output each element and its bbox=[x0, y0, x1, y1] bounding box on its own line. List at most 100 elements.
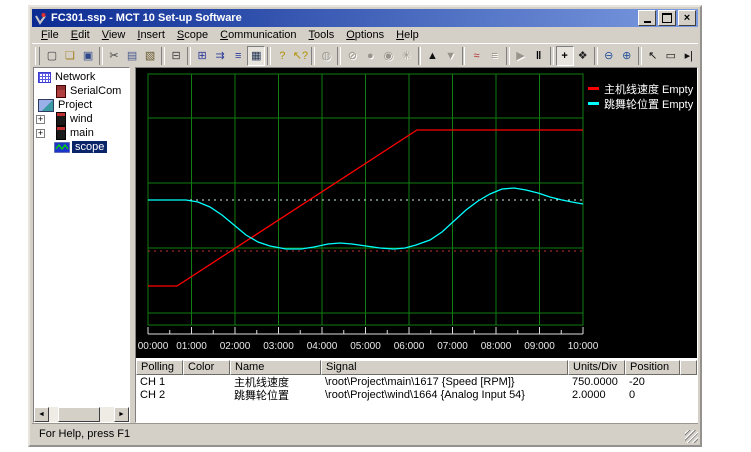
scope-curves-button[interactable]: ≈ bbox=[467, 46, 485, 66]
menu-tools[interactable]: Tools bbox=[303, 28, 341, 42]
resize-grip[interactable] bbox=[685, 430, 698, 443]
menu-communication[interactable]: Communication bbox=[214, 28, 302, 42]
parameter-list-button[interactable]: ≡ bbox=[229, 46, 247, 66]
menu-help[interactable]: Help bbox=[390, 28, 425, 42]
svg-text:08:000: 08:000 bbox=[481, 341, 512, 352]
scroll-left-arrow-icon[interactable]: ◄ bbox=[34, 407, 49, 422]
toolbar-separator bbox=[418, 47, 422, 65]
context-help-button[interactable]: ↖? bbox=[291, 46, 309, 66]
zoom-in-button[interactable]: ⊕ bbox=[618, 46, 636, 66]
toolbar-separator bbox=[550, 47, 554, 65]
scope-lines-button[interactable]: ≡ bbox=[486, 46, 504, 66]
zoom-out-button[interactable]: ⊖ bbox=[600, 46, 618, 66]
window-title: FC301.ssp - MCT 10 Set-up Software bbox=[51, 12, 636, 24]
tree-item-scope[interactable]: scope bbox=[34, 140, 129, 154]
header-color[interactable]: Color bbox=[183, 360, 230, 375]
expand-plus-icon[interactable]: + bbox=[36, 129, 45, 138]
copy-button[interactable]: ▤ bbox=[123, 46, 141, 66]
parameter-setup-button[interactable]: ⊞ bbox=[193, 46, 211, 66]
table-row-ch1[interactable]: CH 1 主机线速度 \root\Project\main\1617 {Spee… bbox=[136, 375, 697, 388]
tree-horizontal-scrollbar: ◄ ► bbox=[34, 407, 129, 422]
toolbar-separator bbox=[462, 47, 466, 65]
zoom-box-button[interactable]: ▭ bbox=[662, 46, 680, 66]
new-button[interactable]: ▢ bbox=[43, 46, 61, 66]
open-button[interactable]: ❏ bbox=[61, 46, 79, 66]
legend-ch2: 跳舞轮位置 Empty bbox=[588, 96, 693, 111]
header-polling[interactable]: Polling bbox=[136, 360, 183, 375]
menu-view[interactable]: View bbox=[96, 28, 132, 42]
print-button[interactable]: ⊟ bbox=[167, 46, 185, 66]
legend-ch1-label: 主机线速度 Empty bbox=[604, 81, 693, 97]
menu-insert[interactable]: Insert bbox=[131, 28, 171, 42]
tree-item-main[interactable]: + main bbox=[34, 126, 129, 140]
project-tree: Network SerialCom Project + wind + bbox=[34, 68, 129, 154]
menu-file[interactable]: File bbox=[35, 28, 65, 42]
svg-text:10:000: 10:000 bbox=[568, 341, 599, 352]
legend-ch2-label: 跳舞轮位置 Empty bbox=[604, 96, 693, 112]
select-cursor-button[interactable]: ↖ bbox=[644, 46, 662, 66]
scope-chart[interactable]: 00:00001:00002:00003:00004:00005:00006:0… bbox=[136, 68, 697, 358]
start-polling-button[interactable]: ▶ bbox=[512, 46, 530, 66]
save-button[interactable]: ▣ bbox=[79, 46, 97, 66]
free-cursor-button[interactable]: ❖ bbox=[574, 46, 592, 66]
drive-icon bbox=[56, 112, 66, 126]
table-row-ch2[interactable]: CH 2 跳舞轮位置 \root\Project\wind\1664 {Anal… bbox=[136, 388, 697, 401]
maximize-button[interactable] bbox=[658, 10, 676, 26]
parameter-grid-button[interactable]: ▦ bbox=[247, 46, 265, 66]
tree-item-network[interactable]: Network bbox=[34, 70, 129, 84]
cut-button[interactable]: ✂ bbox=[105, 46, 123, 66]
tree-item-project[interactable]: Project bbox=[34, 98, 129, 112]
network-drive-button[interactable]: ◍ bbox=[317, 46, 335, 66]
menu-options[interactable]: Options bbox=[340, 28, 390, 42]
svg-text:05:000: 05:000 bbox=[350, 341, 381, 352]
pause-polling-button[interactable]: ‖ bbox=[530, 46, 548, 66]
toolbar-separator bbox=[99, 47, 103, 65]
compare-button[interactable]: ✳ bbox=[397, 46, 415, 66]
close-button[interactable]: × bbox=[678, 10, 696, 26]
tracking-cursor-button[interactable]: + bbox=[556, 46, 574, 66]
svg-text:06:000: 06:000 bbox=[394, 341, 425, 352]
scroll-right-arrow-icon[interactable]: ► bbox=[114, 407, 129, 422]
app-icon bbox=[34, 12, 47, 25]
app-window: FC301.ssp - MCT 10 Set-up Software × Fil… bbox=[28, 5, 702, 447]
write-to-drive-button[interactable]: ◉ bbox=[379, 46, 397, 66]
toolbar-separator bbox=[638, 47, 642, 65]
step-end-button[interactable]: ▸| bbox=[680, 46, 698, 66]
svg-text:03:000: 03:000 bbox=[263, 341, 294, 352]
expand-plus-icon[interactable]: + bbox=[36, 115, 45, 124]
move-down-button[interactable]: ▼ bbox=[442, 46, 460, 66]
svg-text:01:000: 01:000 bbox=[176, 341, 207, 352]
parameter-sync-button[interactable]: ⇉ bbox=[211, 46, 229, 66]
header-units-div[interactable]: Units/Div bbox=[568, 360, 625, 375]
toolbar-separator bbox=[161, 47, 165, 65]
toolbar-grip[interactable] bbox=[35, 47, 40, 65]
paste-button[interactable]: ▧ bbox=[141, 46, 159, 66]
help-button[interactable]: ? bbox=[273, 46, 291, 66]
toolbar-separator bbox=[506, 47, 510, 65]
table-header-row: Polling Color Name Signal Units/Div Posi… bbox=[136, 360, 697, 375]
scope-plot: 00:00001:00002:00003:00004:00005:00006:0… bbox=[136, 68, 701, 358]
stop-button[interactable]: ⊘ bbox=[343, 46, 361, 66]
record-button[interactable]: ● bbox=[361, 46, 379, 66]
toolbar: ▢❏▣✂▤▧⊟⊞⇉≡▦?↖?◍⊘●◉✳▲▼≈≡▶‖+❖⊖⊕↖▭▸| bbox=[32, 43, 698, 67]
svg-text:07:000: 07:000 bbox=[437, 341, 468, 352]
svg-text:09:000: 09:000 bbox=[524, 341, 555, 352]
move-up-button[interactable]: ▲ bbox=[423, 46, 441, 66]
project-tree-pane: Network SerialCom Project + wind + bbox=[33, 67, 130, 423]
minimize-button[interactable] bbox=[638, 10, 656, 26]
header-signal[interactable]: Signal bbox=[321, 360, 568, 375]
serial-device-icon bbox=[56, 85, 66, 98]
tree-item-serialcom[interactable]: SerialCom bbox=[34, 84, 129, 98]
menu-edit[interactable]: Edit bbox=[65, 28, 96, 42]
maximize-icon bbox=[662, 13, 672, 23]
scrollbar-thumb[interactable] bbox=[58, 407, 100, 422]
channel-table: Polling Color Name Signal Units/Div Posi… bbox=[136, 358, 697, 422]
menu-scope[interactable]: Scope bbox=[171, 28, 214, 42]
close-icon: × bbox=[684, 13, 690, 23]
svg-text:02:000: 02:000 bbox=[220, 341, 251, 352]
header-position[interactable]: Position bbox=[625, 360, 680, 375]
minimize-icon bbox=[644, 21, 651, 23]
scrollbar-track[interactable] bbox=[49, 407, 114, 422]
tree-item-wind[interactable]: + wind bbox=[34, 112, 129, 126]
client-area: Network SerialCom Project + wind + bbox=[32, 67, 698, 423]
